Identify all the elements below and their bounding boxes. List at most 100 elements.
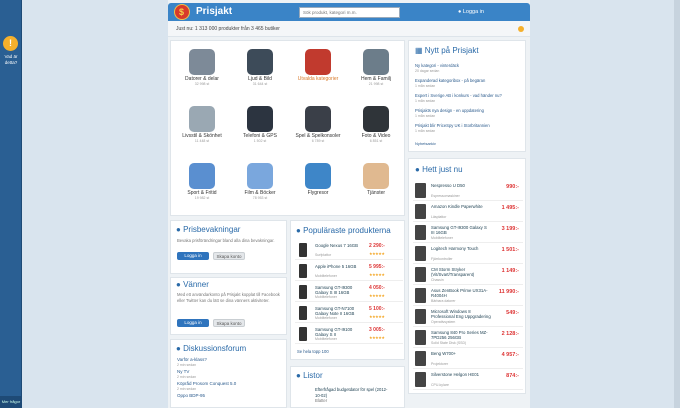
- hot-product-row[interactable]: Silverstone Helgon HE01 CPU-kylare 874:-: [413, 370, 523, 390]
- brand-title[interactable]: Prisjakt: [196, 6, 232, 17]
- popular-product-price: 5 995:-: [369, 264, 385, 270]
- product-thumbnail[interactable]: [415, 246, 426, 261]
- product-thumbnail[interactable]: [415, 351, 426, 366]
- forum-item[interactable]: Oppo BDP-95: [177, 393, 205, 398]
- news-item-text[interactable]: Prisjakt blir PriceSpy UK i Storbritanni…: [415, 123, 490, 128]
- news-archive-link[interactable]: Nyhetsarkiv: [415, 141, 523, 146]
- product-name[interactable]: Logitech Harmony Touch: [431, 246, 491, 251]
- popular-product-row[interactable]: Apple iPhone 5 16GB Mobiltelefoner 5 995:-…: [295, 262, 403, 281]
- category-item[interactable]: Ljud & Bild 31 644 st: [231, 43, 289, 95]
- category-item[interactable]: Telefoni & GPS 1 502 st: [231, 100, 289, 152]
- product-name[interactable]: Amazon Kindle Paperwhite: [431, 204, 491, 209]
- forum-item[interactable]: Ny TV 2 min sedan: [177, 369, 196, 380]
- top100-link[interactable]: Se hela topp 100: [297, 349, 329, 355]
- category-item[interactable]: Hem & Familj 21 998 st: [347, 43, 405, 95]
- product-name[interactable]: CM Storm Stryker (Vit/Svart/Transparent): [431, 267, 491, 277]
- product-name[interactable]: Samsung 840 Pro Series MZ-7PD256 256GB: [431, 330, 491, 340]
- category-item[interactable]: Utvalda kategorier: [289, 43, 347, 95]
- more-questions-button[interactable]: Mer frågor: [0, 396, 22, 408]
- forum-item-text[interactable]: Köpråd Prosom Conquest 5.0: [177, 381, 236, 386]
- popular-title: ● Populäraste produkterna: [296, 226, 391, 235]
- popular-product-name[interactable]: Samsung GT-N7100 Galaxy Note II 16GB: [315, 306, 365, 316]
- header: Prisjakt ● Logga in: [168, 3, 530, 21]
- help-label[interactable]: Vad är detta?: [2, 54, 20, 66]
- friends-login-button[interactable]: Logga in: [177, 319, 209, 327]
- phone-thumbnail[interactable]: [299, 264, 307, 278]
- product-thumbnail[interactable]: [415, 372, 426, 387]
- hot-product-row[interactable]: Asus ZenBook Prime UX31A-R4004H Bärbara d…: [413, 286, 523, 306]
- category-name: Utvalda kategorier: [297, 76, 339, 82]
- hot-product-row[interactable]: Beng W700+ Projektorer 4 957:-: [413, 349, 523, 369]
- news-item[interactable]: Prisjakt blir PriceSpy UK i Storbritanni…: [415, 123, 523, 134]
- product-name[interactable]: Microsoft Windows 8 Professional Eng Upp…: [431, 309, 491, 319]
- speaker-icon: [247, 49, 273, 75]
- product-thumbnail[interactable]: [415, 204, 426, 219]
- product-thumbnail[interactable]: [415, 183, 426, 198]
- list-item[interactable]: Efterfrågad budgetdator för spel (2012-1…: [315, 387, 390, 398]
- popular-product-name[interactable]: Samsung GT-I9300 Galaxy S III 16GB: [315, 285, 365, 295]
- price-watch-create-button[interactable]: Skapa konto: [213, 252, 245, 260]
- news-item[interactable]: Ny kategori - vinterdäck 20 dagar sedan: [415, 63, 523, 74]
- category-item[interactable]: Film & Böcker 78 953 st: [231, 157, 289, 209]
- product-name[interactable]: Silverstone Helgon HE01: [431, 372, 491, 377]
- popular-product-name[interactable]: Apple iPhone 5 16GB: [315, 264, 365, 269]
- news-item-text[interactable]: Expanderad kategoribox - på begäran: [415, 78, 485, 83]
- product-name[interactable]: Asus ZenBook Prime UX31A-R4004H: [431, 288, 491, 298]
- hot-product-row[interactable]: Microsoft Windows 8 Professional Eng Upp…: [413, 307, 523, 327]
- hot-product-row[interactable]: Samsung GT-I9300 Galaxy S III 16GB Mobilt…: [413, 223, 523, 243]
- news-item[interactable]: Expert i Sverige AB i konkurs - vad händ…: [415, 93, 523, 104]
- forum-item[interactable]: Varför a-klass? 2 min sedan: [177, 357, 207, 368]
- news-item-text[interactable]: Ny kategori - vinterdäck: [415, 63, 459, 68]
- popular-product-row[interactable]: Samsung GT-I9300 Galaxy S III 16GB Mobilt…: [295, 283, 403, 302]
- phone-thumbnail[interactable]: [299, 327, 307, 341]
- search-input[interactable]: [299, 7, 400, 18]
- bulb-icon[interactable]: [518, 26, 524, 32]
- category-item[interactable]: Sport & Fritid 19 982 st: [173, 157, 231, 209]
- category-item[interactable]: Tjänster: [347, 157, 405, 209]
- friends-create-button[interactable]: Skapa konto: [213, 319, 245, 327]
- product-thumbnail[interactable]: [415, 288, 426, 303]
- popular-product-row[interactable]: Samsung GT-N7100 Galaxy Note II 16GB Mobi…: [295, 304, 403, 323]
- friends-panel: ● Vänner Med ett användarkonto på Prisja…: [170, 277, 287, 335]
- product-category: Chassin: [431, 278, 444, 282]
- popular-product-name[interactable]: Samsung GT-I9100 Galaxy S II: [315, 327, 365, 337]
- hot-product-row[interactable]: Amazon Kindle Paperwhite Läsplattor 1 495:…: [413, 202, 523, 222]
- phone-thumbnail[interactable]: [299, 285, 307, 299]
- help-icon[interactable]: !: [3, 36, 18, 51]
- popular-product-row[interactable]: Google Nexus 7 16GB Surfplattor 2 290:- ★★★…: [295, 241, 403, 260]
- hot-product-row[interactable]: Nespresso U D50 Espressomaskiner 990:-: [413, 181, 523, 201]
- price-watch-login-button[interactable]: Logga in: [177, 252, 209, 260]
- product-name[interactable]: Samsung GT-I9300 Galaxy S III 16GB: [431, 225, 491, 235]
- popular-product-row[interactable]: Samsung GT-I9100 Galaxy S II Mobiltelefon…: [295, 325, 403, 344]
- phone-thumbnail[interactable]: [299, 306, 307, 320]
- product-thumbnail[interactable]: [415, 267, 426, 282]
- category-item[interactable]: Spel & Spelkonsoler 6 789 st: [289, 100, 347, 152]
- category-item[interactable]: Datorer & delar 32 998 st: [173, 43, 231, 95]
- news-item[interactable]: Prisjakts nya design - en uppdatering 1 m…: [415, 108, 523, 119]
- scrollbar[interactable]: [674, 0, 680, 408]
- hot-product-row[interactable]: Logitech Harmony Touch Fjärrkontroller 1 5…: [413, 244, 523, 264]
- hot-product-row[interactable]: CM Storm Stryker (Vit/Svart/Transparent)…: [413, 265, 523, 285]
- popular-product-name[interactable]: Google Nexus 7 16GB: [315, 243, 365, 248]
- login-button[interactable]: ● Logga in: [458, 7, 498, 18]
- lists-panel: ● Listor Efterfrågad budgetdator för spe…: [290, 366, 405, 408]
- product-name[interactable]: Beng W700+: [431, 351, 491, 356]
- forum-item-text[interactable]: Oppo BDP-95: [177, 393, 205, 398]
- category-item[interactable]: Flygresor: [289, 157, 347, 209]
- forum-item[interactable]: Köpråd Prosom Conquest 5.0 2 min sedan: [177, 381, 236, 392]
- phone-thumbnail[interactable]: [299, 243, 307, 257]
- news-item-text[interactable]: Prisjakts nya design - en uppdatering: [415, 108, 484, 113]
- friends-title-text: Vänner: [183, 280, 209, 289]
- prisjakt-logo-icon[interactable]: [174, 4, 190, 20]
- forum-item-text[interactable]: Varför a-klass?: [177, 357, 207, 362]
- category-item[interactable]: Livsstil & Skönhet 11 448 st: [173, 100, 231, 152]
- product-thumbnail[interactable]: [415, 330, 426, 345]
- news-item-text[interactable]: Expert i Sverige AB i konkurs - vad händ…: [415, 93, 502, 98]
- product-thumbnail[interactable]: [415, 225, 426, 240]
- product-thumbnail[interactable]: [415, 309, 426, 324]
- category-item[interactable]: Foto & Video 6 851 st: [347, 100, 405, 152]
- hot-product-row[interactable]: Samsung 840 Pro Series MZ-7PD256 256GB So…: [413, 328, 523, 348]
- news-item[interactable]: Expanderad kategoribox - på begäran 1 mån…: [415, 78, 523, 89]
- forum-item-text[interactable]: Ny TV: [177, 369, 189, 374]
- product-name[interactable]: Nespresso U D50: [431, 183, 491, 188]
